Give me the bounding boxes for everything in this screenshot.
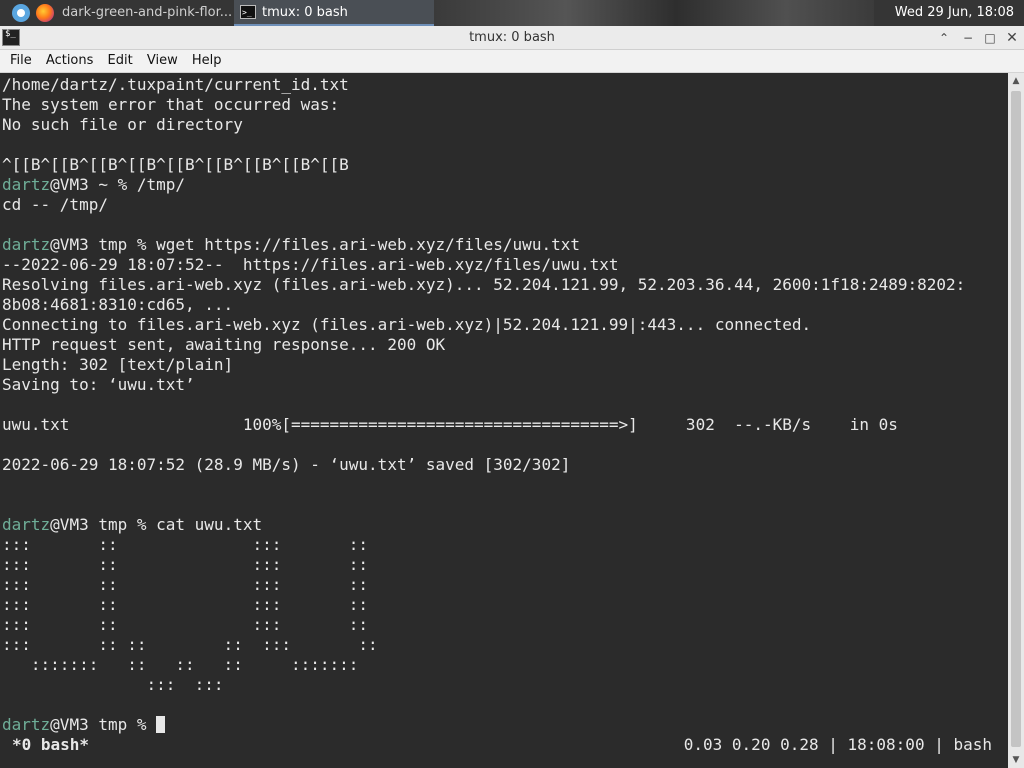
terminal-line: dartz@VM3 tmp %: [2, 715, 965, 735]
menu-view[interactable]: View: [142, 50, 183, 72]
taskbar-item-terminal[interactable]: tmux: 0 bash: [234, 0, 434, 26]
terminal-line: HTTP request sent, awaiting response... …: [2, 335, 965, 355]
terminal-line: dartz@VM3 ~ % /tmp/: [2, 175, 965, 195]
terminal-line-text: Connecting to files.ari-web.xyz (files.a…: [2, 315, 812, 334]
menu-actions[interactable]: Actions: [41, 50, 99, 72]
terminal-line: Saving to: ‘uwu.txt’: [2, 375, 965, 395]
taskbar-item-label: tmux: 0 bash: [262, 5, 348, 20]
terminal-line: ::: :: ::: ::: [2, 575, 965, 595]
terminal-line-text: cd -- /tmp/: [2, 195, 108, 214]
terminal-line-text: @VM3 ~ % /tmp/: [50, 175, 186, 194]
prompt-username: dartz: [2, 175, 51, 194]
terminal-line: ::: :: :: :: ::: ::: [2, 635, 965, 655]
app-menu-icon[interactable]: [12, 4, 30, 22]
terminal-line-text: ::: :: ::: ::: [2, 575, 369, 594]
menu-file[interactable]: File: [5, 50, 37, 72]
terminal-line: ::: :: ::: ::: [2, 615, 965, 635]
terminal-line-text: The system error that occurred was:: [2, 95, 340, 114]
terminal-line-text: 2022-06-29 18:07:52 (28.9 MB/s) - ‘uwu.t…: [2, 455, 571, 474]
panel-background-strip: [434, 0, 874, 26]
tmux-status-bar: *0 bash* 0.03 0.20 0.28 | 18:08:00 | bas…: [0, 735, 1008, 755]
terminal-line-text: uwu.txt 100%[===========================…: [2, 415, 898, 434]
menu-help[interactable]: Help: [187, 50, 227, 72]
window-titlebar[interactable]: tmux: 0 bash ⌃ − □ ✕: [0, 26, 1024, 50]
prompt-username: dartz: [2, 715, 51, 734]
terminal-line: Connecting to files.ari-web.xyz (files.a…: [2, 315, 965, 335]
terminal-line-text: Saving to: ‘uwu.txt’: [2, 375, 195, 394]
terminal-line-text: No such file or directory: [2, 115, 243, 134]
terminal-line: dartz@VM3 tmp % cat uwu.txt: [2, 515, 965, 535]
shade-button[interactable]: ⌃: [934, 28, 954, 48]
terminal-line-text: ::::::: :: :: :: :::::::: [2, 655, 359, 674]
terminal-line: ::: :: ::: ::: [2, 555, 965, 575]
terminal-line-text: ::: :: :: :: ::: ::: [2, 635, 378, 654]
scroll-down-icon[interactable]: ▼: [1008, 752, 1024, 768]
terminal-cursor: [156, 716, 166, 733]
panel-clock[interactable]: Wed 29 Jun, 18:08: [895, 0, 1014, 26]
terminal-line: The system error that occurred was:: [2, 95, 965, 115]
vertical-scrollbar[interactable]: ▲ ▼: [1008, 73, 1024, 768]
prompt-username: dartz: [2, 235, 51, 254]
terminal-line-text: 8b08:4681:8310:cd65, ...: [2, 295, 234, 314]
terminal-line-text: Resolving files.ari-web.xyz (files.ari-w…: [2, 275, 966, 294]
terminal-line: uwu.txt 100%[===========================…: [2, 415, 965, 435]
terminal-line-text: @VM3 tmp % cat uwu.txt: [50, 515, 263, 534]
maximize-button[interactable]: □: [980, 28, 1000, 48]
terminal-icon: [240, 0, 256, 24]
terminal-line: dartz@VM3 tmp % wget https://files.ari-w…: [2, 235, 965, 255]
terminal-line: cd -- /tmp/: [2, 195, 965, 215]
terminal-output: /home/dartz/.tuxpaint/current_id.txt The …: [2, 75, 965, 735]
terminal-line: No such file or directory: [2, 115, 965, 135]
terminal-line-text: ::: :::: [2, 675, 224, 694]
terminal-line: ^[[B^[[B^[[B^[[B^[[B^[[B^[[B^[[B^[[B: [2, 155, 965, 175]
firefox-icon[interactable]: [36, 4, 54, 22]
scroll-up-icon[interactable]: ▲: [1008, 73, 1024, 89]
menu-edit[interactable]: Edit: [103, 50, 138, 72]
top-panel: dark-green-and-pink-flor... tmux: 0 bash…: [0, 0, 1024, 26]
terminal-line: Resolving files.ari-web.xyz (files.ari-w…: [2, 275, 965, 295]
terminal-line: /home/dartz/.tuxpaint/current_id.txt: [2, 75, 965, 95]
window-title: tmux: 0 bash: [469, 30, 555, 45]
minimize-button[interactable]: −: [958, 28, 978, 48]
terminal-line: ::: :: ::: ::: [2, 535, 965, 555]
terminal-line: 2022-06-29 18:07:52 (28.9 MB/s) - ‘uwu.t…: [2, 455, 965, 475]
terminal-line: ::: :::: [2, 675, 965, 695]
taskbar-item-firefox[interactable]: dark-green-and-pink-flor...: [54, 0, 232, 26]
terminal-line-text: Length: 302 [text/plain]: [2, 355, 234, 374]
terminal-line-text: ^[[B^[[B^[[B^[[B^[[B^[[B^[[B^[[B^[[B: [2, 155, 349, 174]
tmux-status-right: 0.03 0.20 0.28 | 18:08:00 | bash: [683, 735, 992, 754]
terminal-line-text: @VM3 tmp %: [50, 715, 157, 734]
terminal-line-text: ::: :: ::: ::: [2, 535, 369, 554]
terminal-line-text: /home/dartz/.tuxpaint/current_id.txt: [2, 75, 349, 94]
terminal-line: Length: 302 [text/plain]: [2, 355, 965, 375]
terminal-line: ::: :: ::: ::: [2, 595, 965, 615]
tmux-window-label: *0 bash*: [12, 735, 90, 754]
terminal-line-text: ::: :: ::: ::: [2, 555, 369, 574]
prompt-username: dartz: [2, 515, 51, 534]
scrollbar-thumb[interactable]: [1011, 91, 1021, 747]
terminal-line-text: HTTP request sent, awaiting response... …: [2, 335, 446, 354]
terminal-line: 8b08:4681:8310:cd65, ...: [2, 295, 965, 315]
terminal-area[interactable]: /home/dartz/.tuxpaint/current_id.txt The …: [0, 73, 1008, 768]
terminal-line: ::::::: :: :: :: :::::::: [2, 655, 965, 675]
terminal-line: --2022-06-29 18:07:52-- https://files.ar…: [2, 255, 965, 275]
terminal-line-text: ::: :: ::: ::: [2, 615, 369, 634]
close-button[interactable]: ✕: [1002, 28, 1022, 48]
terminal-line-text: @VM3 tmp % wget https://files.ari-web.xy…: [50, 235, 580, 254]
taskbar-item-label: dark-green-and-pink-flor...: [62, 5, 232, 20]
terminal-line-text: --2022-06-29 18:07:52-- https://files.ar…: [2, 255, 619, 274]
menu-bar: File Actions Edit View Help: [0, 50, 1024, 73]
terminal-line-text: ::: :: ::: ::: [2, 595, 369, 614]
